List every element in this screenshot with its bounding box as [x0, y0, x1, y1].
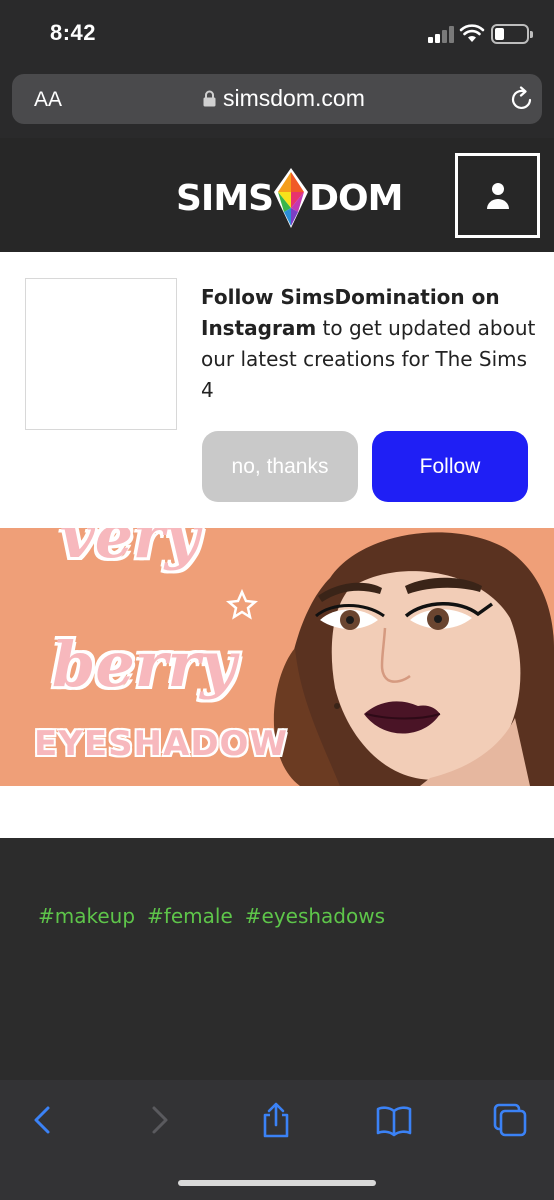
follow-button[interactable]: Follow: [372, 431, 528, 502]
wifi-icon: [459, 24, 485, 42]
reload-icon[interactable]: [509, 86, 535, 112]
tag-link[interactable]: #eyeshadows: [245, 904, 385, 928]
account-button[interactable]: [455, 153, 540, 238]
user-icon: [487, 183, 509, 209]
status-time: 8:42: [50, 20, 97, 45]
lock-icon: [203, 90, 216, 107]
tag-link[interactable]: #female: [147, 904, 233, 928]
home-indicator: [178, 1180, 376, 1186]
browser-address-area: AA simsdom.com: [0, 66, 554, 138]
url-text: simsdom.com: [223, 85, 365, 111]
content-spacer: [0, 786, 554, 838]
banner-word-eyeshadow: EYESHADOW: [34, 724, 288, 764]
forward-icon[interactable]: [142, 1102, 178, 1138]
post-meta-section: #makeup #female #eyeshadows: [0, 838, 554, 1080]
instagram-follow-prompt: Follow SimsDomination on Instagram to ge…: [0, 252, 554, 528]
banner-word-berry: berry: [52, 628, 237, 701]
promo-image-placeholder: [25, 278, 177, 430]
post-banner-image[interactable]: very berry EYESHADOW: [0, 528, 554, 786]
battery-icon: [491, 24, 533, 44]
logo-text-left: SIMS: [176, 177, 274, 219]
tag-list: #makeup #female #eyeshadows: [38, 904, 385, 928]
logo-text-right: DOM: [309, 177, 403, 219]
status-bar: 8:42: [0, 0, 554, 66]
promo-message: Follow SimsDomination on Instagram to ge…: [201, 282, 541, 406]
text-size-button[interactable]: AA: [34, 88, 62, 112]
tabs-icon[interactable]: [492, 1102, 528, 1138]
tag-link[interactable]: #makeup: [38, 904, 135, 928]
bookmarks-icon[interactable]: [376, 1102, 412, 1138]
share-icon[interactable]: [258, 1102, 294, 1138]
back-icon[interactable]: [24, 1102, 60, 1138]
banner-word-very: very: [60, 528, 200, 572]
site-header: SIMS DOM: [0, 138, 554, 252]
address-bar[interactable]: AA simsdom.com: [12, 74, 542, 124]
cellular-signal-icon: [428, 25, 454, 43]
no-thanks-button[interactable]: no, thanks: [202, 431, 358, 502]
site-logo[interactable]: SIMS DOM: [176, 168, 403, 228]
plumbob-logo-icon: [274, 168, 309, 228]
